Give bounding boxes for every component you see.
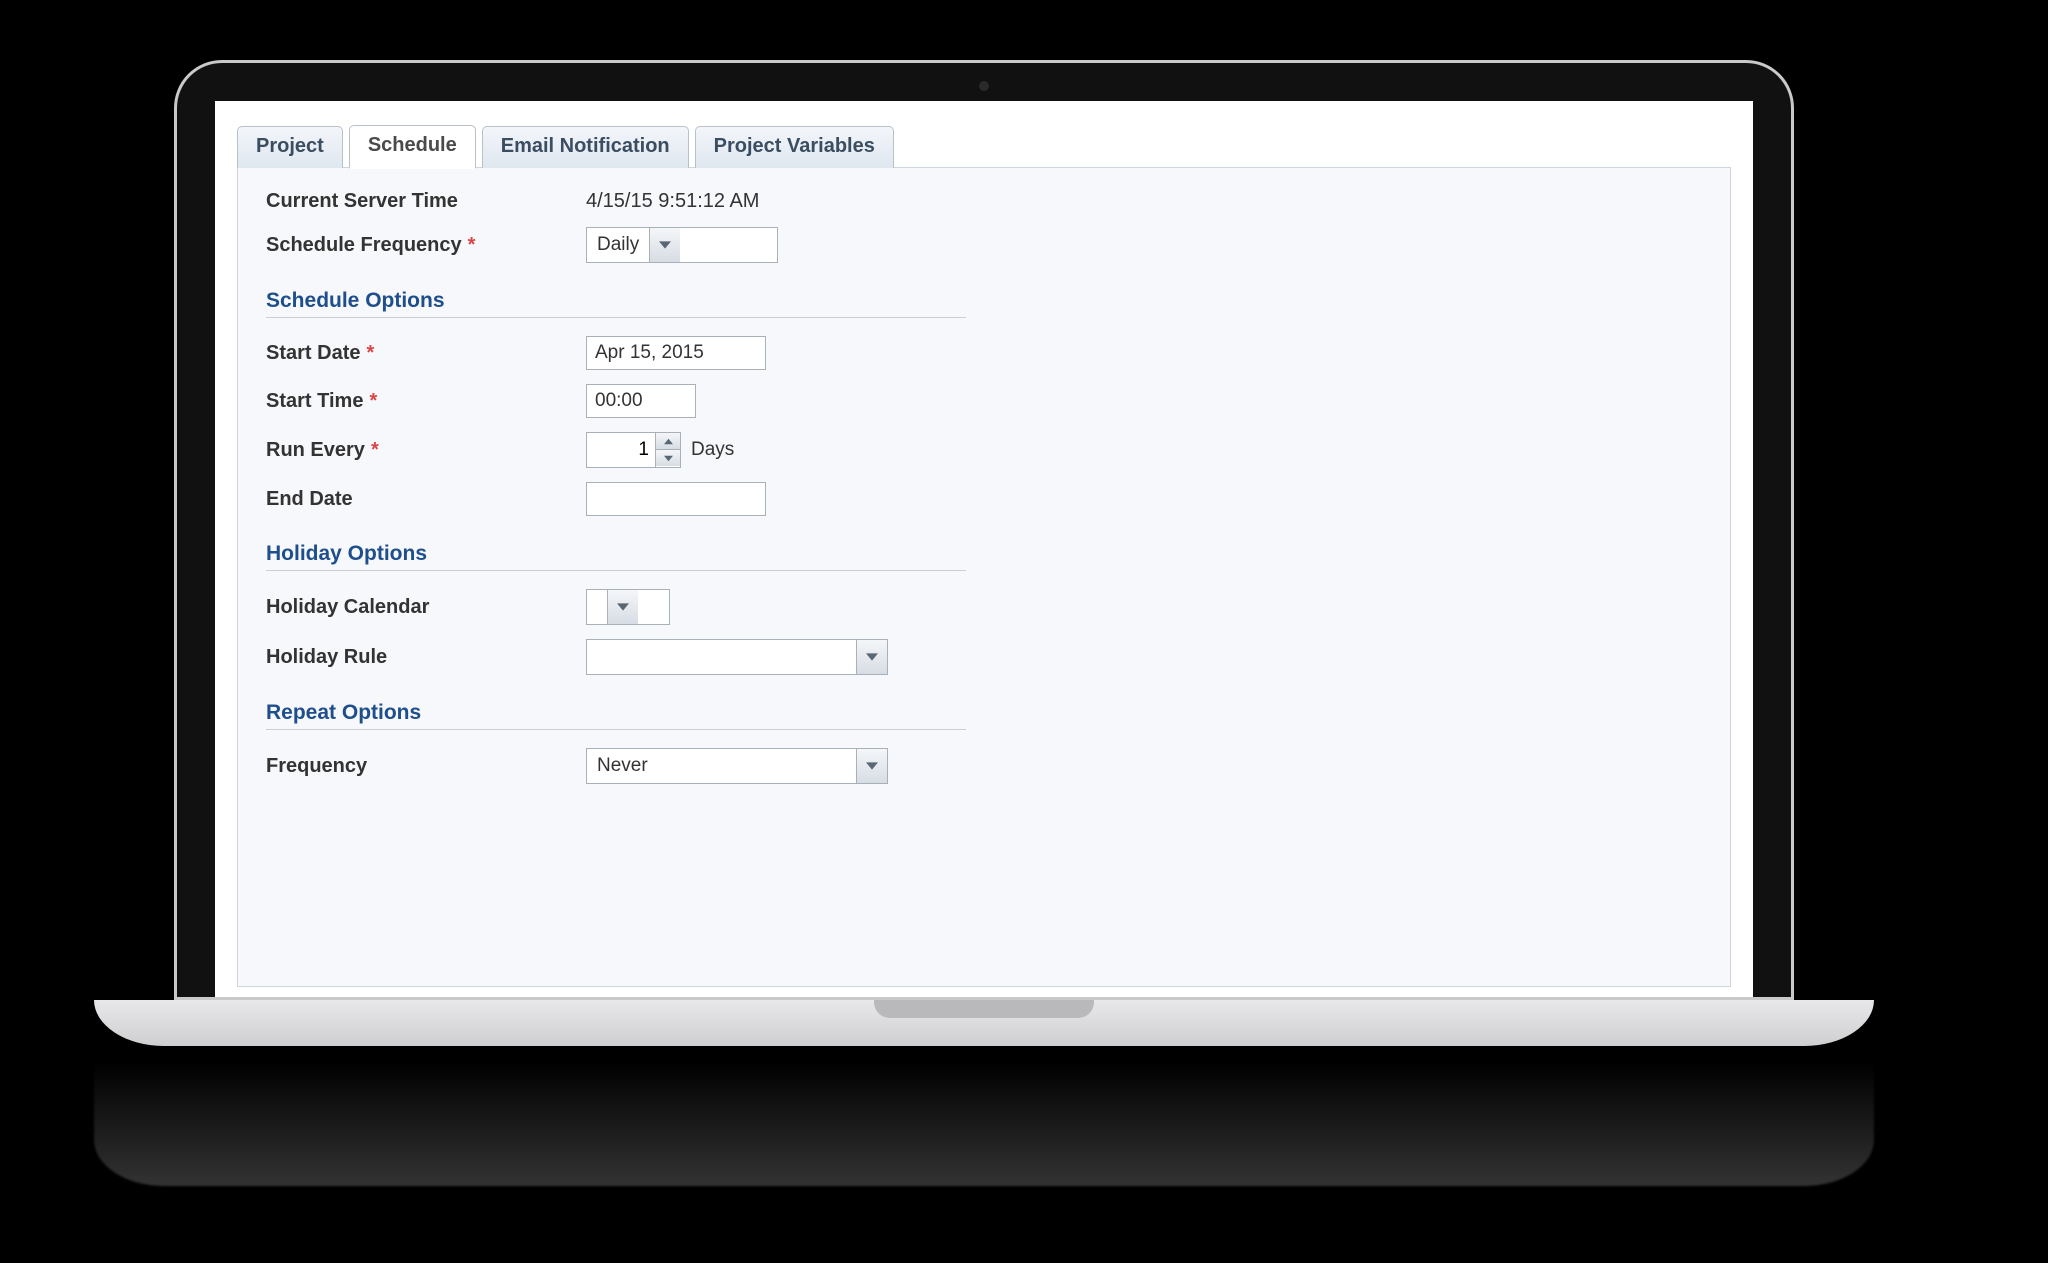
server-time-label: Current Server Time [266, 190, 586, 213]
chevron-down-icon[interactable] [607, 590, 638, 624]
repeat-frequency-combo[interactable]: Never [586, 748, 888, 784]
schedule-frequency-value: Daily [587, 228, 649, 262]
holiday-calendar-value [587, 590, 607, 624]
chevron-down-icon[interactable] [856, 749, 887, 783]
start-date-input[interactable] [586, 336, 766, 370]
laptop-hinge-notch [874, 1000, 1094, 1018]
holiday-calendar-combo[interactable] [586, 589, 670, 625]
app-viewport: Project Schedule Email Notification Proj… [215, 101, 1753, 997]
start-time-label: Start Time* [266, 390, 586, 413]
schedule-panel: Current Server Time 4/15/15 9:51:12 AM S… [237, 167, 1731, 987]
laptop-base [94, 1000, 1874, 1046]
divider [266, 570, 966, 571]
holiday-rule-label: Holiday Rule [266, 646, 586, 669]
laptop-screen-bezel: Project Schedule Email Notification Proj… [174, 60, 1794, 1000]
laptop-reflection [94, 1046, 1874, 1186]
holiday-rule-value [587, 640, 856, 674]
repeat-options-heading: Repeat Options [266, 701, 1702, 725]
camera-dot [979, 81, 989, 91]
tab-email-notification[interactable]: Email Notification [482, 126, 689, 168]
holiday-options-heading: Holiday Options [266, 542, 1702, 566]
chevron-down-icon[interactable] [856, 640, 887, 674]
holiday-rule-combo[interactable] [586, 639, 888, 675]
run-every-label: Run Every* [266, 439, 586, 462]
run-every-input[interactable] [587, 433, 655, 467]
end-date-input[interactable] [586, 482, 766, 516]
server-time-value: 4/15/15 9:51:12 AM [586, 190, 759, 213]
start-date-label: Start Date* [266, 342, 586, 365]
divider [266, 317, 966, 318]
laptop-mockup: Project Schedule Email Notification Proj… [174, 60, 1874, 1186]
spinner-up-icon[interactable] [656, 433, 680, 450]
tab-project[interactable]: Project [237, 126, 343, 168]
holiday-calendar-label: Holiday Calendar [266, 596, 586, 619]
schedule-frequency-label: Schedule Frequency* [266, 234, 586, 257]
tab-strip: Project Schedule Email Notification Proj… [215, 101, 1753, 167]
spinner-down-icon[interactable] [656, 450, 680, 466]
tab-project-variables[interactable]: Project Variables [695, 126, 894, 168]
schedule-frequency-combo[interactable]: Daily [586, 227, 778, 263]
schedule-options-heading: Schedule Options [266, 289, 1702, 313]
tab-schedule[interactable]: Schedule [349, 125, 476, 169]
repeat-frequency-label: Frequency [266, 755, 586, 778]
divider [266, 729, 966, 730]
repeat-frequency-value: Never [587, 749, 856, 783]
run-every-spinner[interactable] [586, 432, 681, 468]
chevron-down-icon[interactable] [649, 228, 680, 262]
start-time-input[interactable] [586, 384, 696, 418]
run-every-unit: Days [691, 439, 734, 461]
end-date-label: End Date [266, 488, 586, 511]
